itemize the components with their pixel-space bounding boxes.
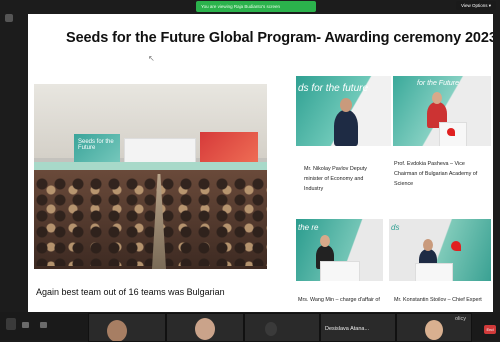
- ceremony-hall-photo: Seeds for the Future: [34, 84, 267, 269]
- chevron-up-icon[interactable]: [22, 322, 29, 328]
- participant-tile-1[interactable]: [88, 313, 166, 342]
- participant-tile-5[interactable]: olicy: [396, 313, 472, 342]
- end-call-button[interactable]: End: [484, 325, 496, 334]
- stage-screen-right: [200, 132, 258, 164]
- mic-icon[interactable]: [6, 318, 16, 330]
- shared-slide: Seeds for the Future Global Program- Awa…: [28, 14, 493, 312]
- banner-text: for the Future: [417, 80, 460, 87]
- caption-speaker-4: Mr. Konstantin Stoilov – Chief Expert: [394, 297, 482, 303]
- banner-text: the re: [298, 223, 319, 232]
- huawei-logo-icon: [451, 241, 461, 251]
- view-options-button[interactable]: View Options ▾: [456, 1, 496, 10]
- lectern: [415, 263, 453, 281]
- caption-speaker-3: Mrs. Wang Min – charge d'affair of: [298, 297, 380, 303]
- huawei-logo-icon: [447, 128, 455, 136]
- speaker-photo-2: for the Future: [393, 76, 491, 146]
- participant-tile-3[interactable]: [244, 313, 320, 342]
- main-photo-caption: Again best team out of 16 teams was Bulg…: [36, 287, 225, 297]
- participant-tile-2[interactable]: [166, 313, 244, 342]
- camera-icon[interactable]: [40, 322, 47, 328]
- screen-share-indicator: You are viewing Raja Budianto's screen: [196, 1, 316, 12]
- slide-title: Seeds for the Future Global Program- Awa…: [66, 30, 493, 46]
- participant-tile-4[interactable]: Desislava Atana...: [320, 313, 396, 342]
- lectern: [320, 261, 360, 281]
- speaker-photo-4: ds: [389, 219, 491, 281]
- banner-text: ds for the future: [298, 83, 369, 94]
- mouse-cursor-icon: ↖: [148, 54, 155, 63]
- speaker-photo-3: the re: [296, 219, 383, 281]
- screen-share-banner: You are viewing Raja Budianto's screen V…: [0, 0, 500, 14]
- banner-text: ds: [391, 223, 400, 232]
- stage-screen-text: Seeds for the Future: [78, 139, 114, 151]
- caption-speaker-1: Mr. Nikolay Pavlov Deputy minister of Ec…: [304, 166, 367, 192]
- speaker-figure: [334, 110, 358, 146]
- overlay-caption-fragment: olicy: [455, 316, 467, 322]
- participant-name: Desislava Atana...: [325, 326, 370, 332]
- participant-strip: Desislava Atana... olicy End: [0, 312, 500, 342]
- menu-icon[interactable]: [5, 14, 13, 22]
- caption-speaker-2: Prof. Evdokia Pasheva – Vice Chairman of…: [394, 161, 478, 187]
- speaker-photo-1: ds for the future: [296, 76, 391, 146]
- screen-share-text: You are viewing Raja Budianto's screen: [201, 4, 280, 9]
- stage-screen-left: Seeds for the Future: [74, 134, 120, 162]
